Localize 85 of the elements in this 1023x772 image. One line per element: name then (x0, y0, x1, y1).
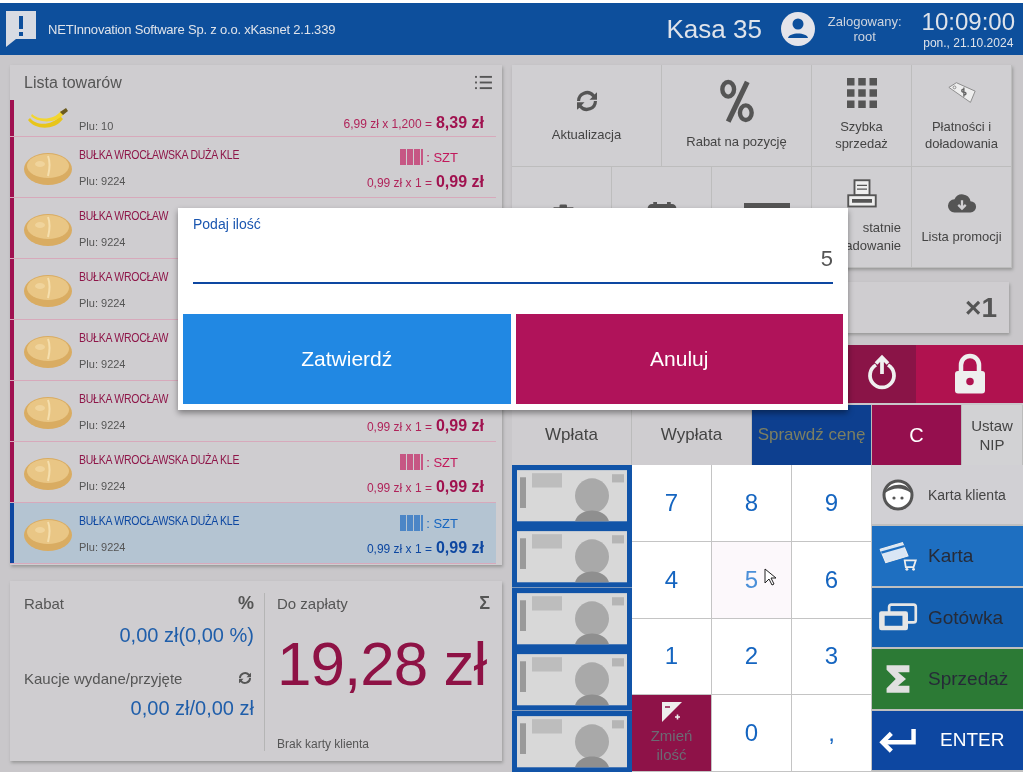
customer-card-status: Brak karty klienta (277, 737, 371, 751)
product-unit: : SZT (426, 454, 458, 470)
refresh-icon[interactable] (236, 669, 254, 687)
barcode-icon (400, 454, 425, 470)
printer-icon (846, 179, 877, 210)
deposit-label: Kaucje wydane/przyjęte (24, 669, 183, 687)
panel-title: Lista towarów (24, 73, 122, 92)
mouse-pointer-icon (764, 567, 776, 586)
product-row[interactable]: BUŁKA WROCŁAWSKA DUŻA KLE Plu: 9224 : SZT 0,99 zł x 1 = 0,99 zł (10, 503, 496, 564)
card-cart-icon (878, 540, 918, 573)
keypad-key[interactable]: 4 (632, 541, 712, 619)
product-name: BUŁKA WROCŁAW (79, 208, 169, 223)
barcode-icon (400, 149, 425, 165)
product-name: BUŁKA WROCŁAW (79, 391, 169, 406)
discount-label: Rabat (24, 595, 65, 612)
product-plu: Plu: 9224 (79, 479, 127, 492)
product-name: BUŁKA WROCŁAW (79, 269, 169, 284)
line-total: 0,99 zł (435, 173, 484, 191)
price-calculation: 0,99 zł x 1 = (366, 542, 432, 556)
keypad-key[interactable]: 2 (712, 618, 792, 696)
line-total: 0,99 zł (435, 539, 484, 557)
toolbar-button[interactable]: Szybka sprzedaż (812, 65, 912, 167)
product-unit: : SZT (426, 515, 458, 531)
clock-date: pon., 21.10.2024 (923, 36, 1014, 50)
power-button[interactable] (847, 345, 916, 403)
keypad-key[interactable]: 1 (632, 618, 712, 696)
product-name: BUŁKA WROCŁAWSKA DUŻA KLE (79, 513, 240, 528)
keypad-key[interactable]: 3 (792, 618, 872, 696)
sum-sign: Σ (479, 593, 490, 614)
keypad-key[interactable]: 5 (712, 541, 792, 619)
confirm-button[interactable]: Zatwierdź (183, 314, 511, 404)
payment-button[interactable]: Karta klienta (872, 465, 1023, 527)
keypad-key[interactable]: , (792, 695, 872, 772)
product-name: BUŁKA WROCŁAWSKA DUŻA KLE (79, 452, 240, 467)
logged-label: Zalogowany: (827, 14, 902, 29)
deposit-value: 0,00 zł/0,00 zł (129, 697, 254, 720)
function-key[interactable]: C (872, 405, 962, 465)
product-row[interactable]: BUŁKA WROCŁAWSKA DUŻA KLE Plu: 9224 : SZT 0,99 zł x 1 = 0,99 zł (10, 137, 496, 198)
price-calculation: 0,99 zł x 1 = (366, 176, 432, 190)
quantity-multiplier: ×1 (965, 291, 997, 324)
grid-icon (846, 77, 877, 108)
percent-icon (718, 79, 755, 124)
line-total: 0,99 zł (435, 478, 484, 496)
user-name: root (853, 29, 876, 44)
keypad-key[interactable]: 9 (792, 465, 872, 542)
product-plu: Plu: 9224 (79, 235, 127, 248)
product-plu: Plu: 10 (79, 120, 115, 132)
toolbar-button[interactable]: Płatności i doładowania (912, 65, 1012, 167)
keypad-key[interactable]: 6 (792, 541, 872, 619)
payment-button[interactable]: ENTER (872, 710, 1023, 772)
amount-due-label: Do zapłaty (277, 595, 348, 612)
function-key[interactable]: Ustaw NIP (962, 405, 1023, 465)
barcode-icon (400, 515, 425, 531)
keypad-key[interactable]: 7 (632, 465, 712, 542)
line-total: 8,39 zł (435, 114, 484, 132)
price-calculation: 0,99 zł x 1 = (366, 481, 432, 495)
lock-button[interactable] (916, 345, 1023, 403)
product-plu: Plu: 9224 (79, 418, 127, 431)
product-plu: Plu: 9224 (79, 540, 127, 553)
price-calculation: 6,99 zł x 1,200 = (343, 117, 432, 131)
field-label: Podaj ilość (193, 216, 261, 232)
app-title: NETInnovation Software Sp. z o.o. xKasnet 2.1.339 (48, 21, 336, 37)
product-plu: Plu: 9224 (79, 174, 127, 187)
line-total: 0,99 zł (435, 417, 484, 435)
keypad-key[interactable]: 8 (712, 465, 792, 542)
product-name: BUŁKA WROCŁAW (79, 330, 169, 345)
amount-due: 19,28 zł (277, 628, 488, 699)
cancel-button[interactable]: Anuluj (515, 314, 843, 404)
product-unit: : SZT (426, 149, 458, 165)
product-name: BUŁKA WROCŁAWSKA DUŻA KLE (79, 147, 240, 162)
toolbar-button[interactable]: Aktualizacja (512, 65, 662, 167)
alert-icon[interactable] (4, 9, 38, 49)
product-row[interactable]: Plu: 10 6,99 zł x 1,200 = 8,39 zł (10, 100, 496, 137)
percent-sign: % (238, 593, 254, 614)
register-name: Kasa 35 (666, 13, 762, 45)
price-calculation: 0,99 zł x 1 = (366, 420, 432, 434)
list-icon[interactable] (475, 75, 492, 90)
user-icon (779, 11, 816, 47)
quantity-field[interactable]: 5 (193, 246, 833, 284)
product-plu: Plu: 9224 (79, 296, 127, 309)
discount-value: 0,00 zł(0,00 %) (118, 624, 254, 647)
toolbar-button[interactable]: Lista promocji (912, 166, 1012, 268)
clock-time: 10:09:00 (921, 8, 1015, 36)
toolbar-button[interactable]: Rabat na pozycję (662, 65, 812, 167)
keypad-key[interactable]: 0 (712, 695, 792, 772)
